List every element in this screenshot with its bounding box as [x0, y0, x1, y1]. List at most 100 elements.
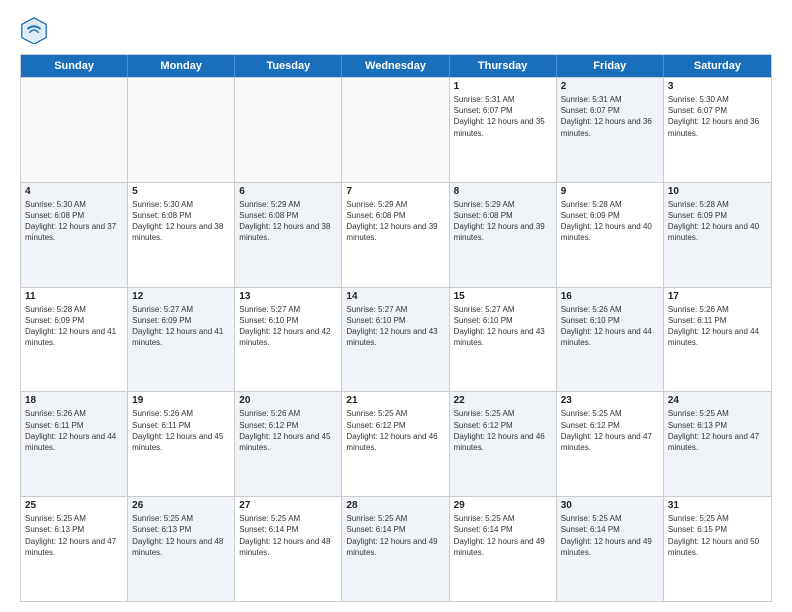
day-header-friday: Friday: [557, 55, 664, 77]
day-number: 9: [561, 186, 659, 197]
day-number: 8: [454, 186, 552, 197]
day-number: 15: [454, 291, 552, 302]
day-cell-7: 7 Sunrise: 5:29 AM Sunset: 6:08 PM Daylig…: [342, 183, 449, 287]
day-number: 2: [561, 81, 659, 92]
day-cell-27: 27 Sunrise: 5:25 AM Sunset: 6:14 PM Dayli…: [235, 497, 342, 601]
day-info: Sunrise: 5:26 AM Sunset: 6:11 PM Dayligh…: [132, 408, 230, 453]
day-info: Sunrise: 5:25 AM Sunset: 6:14 PM Dayligh…: [239, 513, 337, 558]
day-info: Sunrise: 5:25 AM Sunset: 6:12 PM Dayligh…: [346, 408, 444, 453]
day-info: Sunrise: 5:29 AM Sunset: 6:08 PM Dayligh…: [346, 199, 444, 244]
day-cell-21: 21 Sunrise: 5:25 AM Sunset: 6:12 PM Dayli…: [342, 392, 449, 496]
day-number: 11: [25, 291, 123, 302]
day-cell-14: 14 Sunrise: 5:27 AM Sunset: 6:10 PM Dayli…: [342, 288, 449, 392]
empty-cell: [342, 78, 449, 182]
day-cell-28: 28 Sunrise: 5:25 AM Sunset: 6:14 PM Dayli…: [342, 497, 449, 601]
day-header-sunday: Sunday: [21, 55, 128, 77]
day-cell-8: 8 Sunrise: 5:29 AM Sunset: 6:08 PM Daylig…: [450, 183, 557, 287]
day-cell-13: 13Sunrise: 5:27 AM Sunset: 6:10 PM Dayli…: [235, 288, 342, 392]
day-info: Sunrise: 5:28 AM Sunset: 6:09 PM Dayligh…: [668, 199, 767, 244]
day-number: 26: [132, 500, 230, 511]
day-info: Sunrise: 5:25 AM Sunset: 6:13 PM Dayligh…: [132, 513, 230, 558]
day-info: Sunrise: 5:31 AM Sunset: 6:07 PM Dayligh…: [454, 94, 552, 139]
calendar-body: 1Sunrise: 5:31 AM Sunset: 6:07 PM Daylig…: [21, 77, 771, 601]
day-header-thursday: Thursday: [450, 55, 557, 77]
day-info: Sunrise: 5:29 AM Sunset: 6:08 PM Dayligh…: [454, 199, 552, 244]
day-number: 21: [346, 395, 444, 406]
day-info: Sunrise: 5:27 AM Sunset: 6:10 PM Dayligh…: [454, 304, 552, 349]
day-info: Sunrise: 5:25 AM Sunset: 6:12 PM Dayligh…: [454, 408, 552, 453]
day-info: Sunrise: 5:26 AM Sunset: 6:11 PM Dayligh…: [25, 408, 123, 453]
day-header-tuesday: Tuesday: [235, 55, 342, 77]
day-cell-19: 19 Sunrise: 5:26 AM Sunset: 6:11 PM Dayli…: [128, 392, 235, 496]
day-cell-9: 9 Sunrise: 5:28 AM Sunset: 6:09 PM Daylig…: [557, 183, 664, 287]
calendar: SundayMondayTuesdayWednesdayThursdayFrid…: [20, 54, 772, 602]
header: [20, 16, 772, 44]
day-cell-18: 18 Sunrise: 5:26 AM Sunset: 6:11 PM Dayli…: [21, 392, 128, 496]
day-cell-10: 10 Sunrise: 5:28 AM Sunset: 6:09 PM Dayli…: [664, 183, 771, 287]
day-cell-16: 16Sunrise: 5:26 AM Sunset: 6:10 PM Dayli…: [557, 288, 664, 392]
day-info: Sunrise: 5:30 AM Sunset: 6:08 PM Dayligh…: [132, 199, 230, 244]
day-number: 22: [454, 395, 552, 406]
day-info: Sunrise: 5:25 AM Sunset: 6:13 PM Dayligh…: [668, 408, 767, 453]
empty-cell: [21, 78, 128, 182]
day-cell-20: 20Sunrise: 5:26 AM Sunset: 6:12 PM Dayli…: [235, 392, 342, 496]
calendar-row-1: 1Sunrise: 5:31 AM Sunset: 6:07 PM Daylig…: [21, 77, 771, 182]
calendar-header: SundayMondayTuesdayWednesdayThursdayFrid…: [21, 55, 771, 77]
calendar-row-3: 11Sunrise: 5:28 AM Sunset: 6:09 PM Dayli…: [21, 287, 771, 392]
day-number: 19: [132, 395, 230, 406]
day-number: 24: [668, 395, 767, 406]
day-number: 17: [668, 291, 767, 302]
day-info: Sunrise: 5:27 AM Sunset: 6:10 PM Dayligh…: [346, 304, 444, 349]
day-info: Sunrise: 5:30 AM Sunset: 6:07 PM Dayligh…: [668, 94, 767, 139]
day-cell-2: 2 Sunrise: 5:31 AM Sunset: 6:07 PM Daylig…: [557, 78, 664, 182]
day-info: Sunrise: 5:30 AM Sunset: 6:08 PM Dayligh…: [25, 199, 123, 244]
day-cell-11: 11Sunrise: 5:28 AM Sunset: 6:09 PM Dayli…: [21, 288, 128, 392]
day-info: Sunrise: 5:26 AM Sunset: 6:10 PM Dayligh…: [561, 304, 659, 349]
day-info: Sunrise: 5:25 AM Sunset: 6:12 PM Dayligh…: [561, 408, 659, 453]
day-number: 10: [668, 186, 767, 197]
day-cell-12: 12 Sunrise: 5:27 AM Sunset: 6:09 PM Dayli…: [128, 288, 235, 392]
day-info: Sunrise: 5:25 AM Sunset: 6:14 PM Dayligh…: [346, 513, 444, 558]
day-cell-22: 22 Sunrise: 5:25 AM Sunset: 6:12 PM Dayli…: [450, 392, 557, 496]
day-number: 5: [132, 186, 230, 197]
day-number: 31: [668, 500, 767, 511]
day-info: Sunrise: 5:31 AM Sunset: 6:07 PM Dayligh…: [561, 94, 659, 139]
day-cell-31: 31Sunrise: 5:25 AM Sunset: 6:15 PM Dayli…: [664, 497, 771, 601]
day-number: 14: [346, 291, 444, 302]
day-number: 28: [346, 500, 444, 511]
day-cell-3: 3 Sunrise: 5:30 AM Sunset: 6:07 PM Daylig…: [664, 78, 771, 182]
calendar-row-4: 18 Sunrise: 5:26 AM Sunset: 6:11 PM Dayli…: [21, 391, 771, 496]
day-info: Sunrise: 5:29 AM Sunset: 6:08 PM Dayligh…: [239, 199, 337, 244]
day-info: Sunrise: 5:25 AM Sunset: 6:14 PM Dayligh…: [454, 513, 552, 558]
day-number: 23: [561, 395, 659, 406]
calendar-row-5: 25 Sunrise: 5:25 AM Sunset: 6:13 PM Dayli…: [21, 496, 771, 601]
day-info: Sunrise: 5:28 AM Sunset: 6:09 PM Dayligh…: [561, 199, 659, 244]
day-cell-26: 26 Sunrise: 5:25 AM Sunset: 6:13 PM Dayli…: [128, 497, 235, 601]
empty-cell: [235, 78, 342, 182]
day-cell-15: 15 Sunrise: 5:27 AM Sunset: 6:10 PM Dayli…: [450, 288, 557, 392]
day-cell-5: 5 Sunrise: 5:30 AM Sunset: 6:08 PM Daylig…: [128, 183, 235, 287]
day-cell-24: 24 Sunrise: 5:25 AM Sunset: 6:13 PM Dayli…: [664, 392, 771, 496]
day-number: 25: [25, 500, 123, 511]
day-number: 20: [239, 395, 337, 406]
day-number: 27: [239, 500, 337, 511]
day-cell-30: 30Sunrise: 5:25 AM Sunset: 6:14 PM Dayli…: [557, 497, 664, 601]
logo-icon: [20, 16, 48, 44]
day-number: 18: [25, 395, 123, 406]
day-header-monday: Monday: [128, 55, 235, 77]
day-number: 4: [25, 186, 123, 197]
day-info: Sunrise: 5:26 AM Sunset: 6:11 PM Dayligh…: [668, 304, 767, 349]
day-cell-29: 29Sunrise: 5:25 AM Sunset: 6:14 PM Dayli…: [450, 497, 557, 601]
day-number: 12: [132, 291, 230, 302]
day-info: Sunrise: 5:27 AM Sunset: 6:10 PM Dayligh…: [239, 304, 337, 349]
day-cell-23: 23 Sunrise: 5:25 AM Sunset: 6:12 PM Dayli…: [557, 392, 664, 496]
day-header-wednesday: Wednesday: [342, 55, 449, 77]
day-info: Sunrise: 5:25 AM Sunset: 6:13 PM Dayligh…: [25, 513, 123, 558]
day-number: 7: [346, 186, 444, 197]
day-header-saturday: Saturday: [664, 55, 771, 77]
day-cell-6: 6Sunrise: 5:29 AM Sunset: 6:08 PM Daylig…: [235, 183, 342, 287]
day-cell-25: 25 Sunrise: 5:25 AM Sunset: 6:13 PM Dayli…: [21, 497, 128, 601]
day-number: 3: [668, 81, 767, 92]
day-info: Sunrise: 5:27 AM Sunset: 6:09 PM Dayligh…: [132, 304, 230, 349]
day-info: Sunrise: 5:25 AM Sunset: 6:14 PM Dayligh…: [561, 513, 659, 558]
